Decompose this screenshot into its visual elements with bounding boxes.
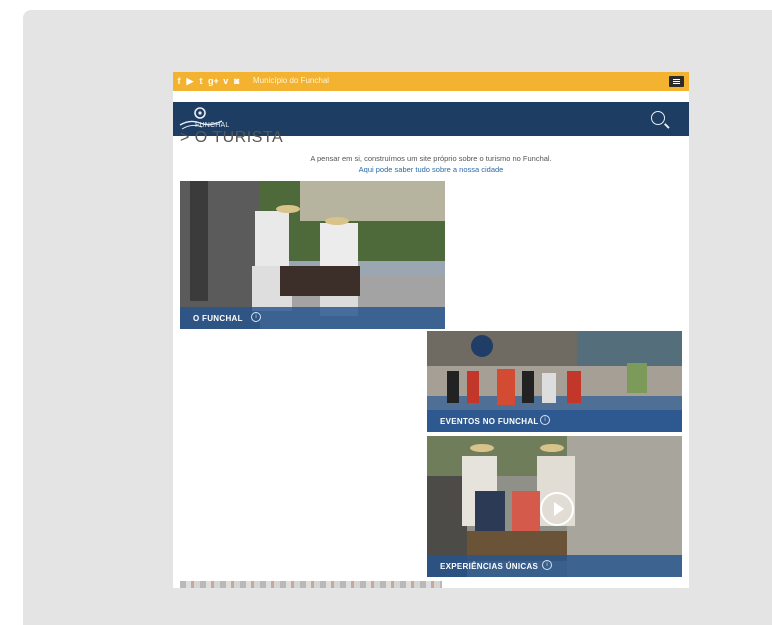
tile-caption: EXPERIÊNCIAS ÚNICAS i	[427, 555, 682, 577]
info-icon[interactable]: i	[540, 415, 550, 425]
municipality-link[interactable]: Município do Funchal	[253, 76, 329, 85]
hamburger-menu-button[interactable]	[669, 76, 684, 87]
tile-eventos-no-funchal[interactable]: EVENTOS NO FUNCHAL i	[427, 331, 682, 432]
intro-block: A pensar em si, construímos um site próp…	[173, 153, 689, 175]
tile-o-funchal[interactable]: O FUNCHAL i	[180, 181, 445, 329]
info-icon[interactable]: i	[251, 312, 261, 322]
instagram-icon[interactable]: ◙	[233, 75, 241, 87]
twitter-icon[interactable]: t	[197, 75, 205, 87]
intro-text: A pensar em si, construímos um site próp…	[310, 154, 552, 163]
info-icon[interactable]: i	[542, 560, 552, 570]
tile-label: EXPERIÊNCIAS ÚNICAS	[440, 562, 539, 571]
tile-experiencias-unicas[interactable]: EXPERIÊNCIAS ÚNICAS i	[427, 436, 682, 577]
map-preview-strip	[180, 581, 442, 588]
google-plus-icon[interactable]: g+	[208, 75, 219, 87]
logo-text: FUNCHAL	[195, 122, 230, 129]
tile-caption: EVENTOS NO FUNCHAL i	[427, 410, 682, 432]
tile-label: EVENTOS NO FUNCHAL	[440, 417, 539, 426]
website-viewport: f ▶ t g+ v ◙ Município do Funchal FUNCHA…	[173, 72, 689, 588]
city-info-link[interactable]: Aqui pode saber tudo sobre a nossa cidad…	[173, 164, 689, 175]
tile-label: O FUNCHAL	[193, 314, 243, 323]
tile-caption: O FUNCHAL i	[180, 307, 445, 329]
facebook-icon[interactable]: f	[175, 75, 183, 87]
vimeo-icon[interactable]: v	[222, 75, 230, 87]
page-title: > O TURISTA	[180, 129, 284, 146]
screenshot-backdrop: f ▶ t g+ v ◙ Município do Funchal FUNCHA…	[23, 10, 772, 625]
search-icon[interactable]	[651, 111, 665, 125]
top-bar: f ▶ t g+ v ◙ Município do Funchal	[173, 72, 689, 91]
social-links: f ▶ t g+ v ◙	[175, 75, 241, 87]
youtube-icon[interactable]: ▶	[186, 75, 194, 87]
play-video-icon[interactable]	[540, 492, 574, 526]
